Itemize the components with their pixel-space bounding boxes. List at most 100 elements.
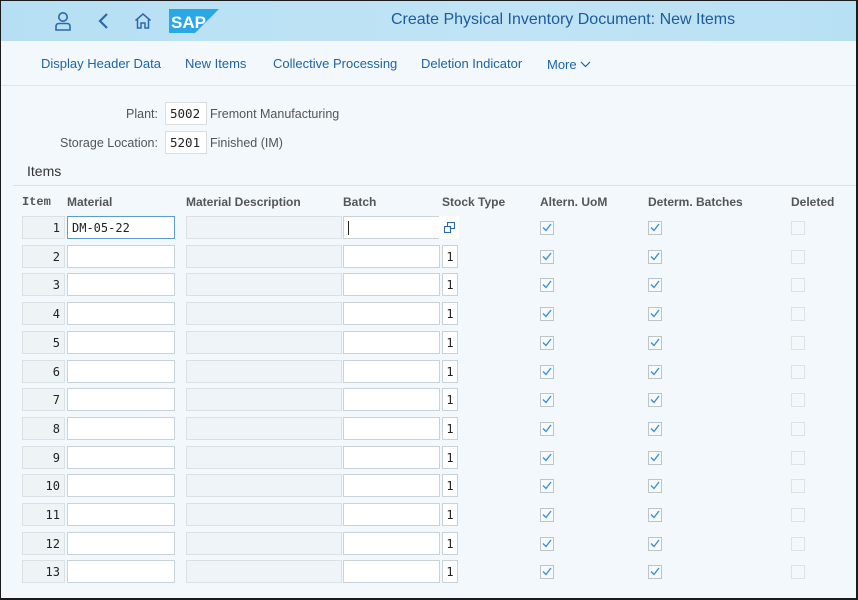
material-input[interactable] xyxy=(67,360,175,383)
value-help-icon[interactable] xyxy=(439,216,459,239)
more-menu-button[interactable]: More xyxy=(547,56,591,72)
deleted-checkbox[interactable] xyxy=(791,393,805,407)
deleted-checkbox[interactable] xyxy=(791,250,805,264)
determ-batches-checkbox[interactable] xyxy=(648,508,662,522)
stock-type-input[interactable]: 1 xyxy=(442,331,458,354)
deleted-checkbox[interactable] xyxy=(791,307,805,321)
altern-uom-checkbox[interactable] xyxy=(540,451,554,465)
deleted-checkbox[interactable] xyxy=(791,422,805,436)
new-items-button[interactable]: New Items xyxy=(185,56,246,71)
batch-input[interactable] xyxy=(343,532,440,555)
check-icon xyxy=(650,449,660,467)
check-icon xyxy=(650,248,660,266)
determ-batches-checkbox[interactable] xyxy=(648,278,662,292)
batch-input[interactable] xyxy=(343,302,440,325)
material-input[interactable] xyxy=(67,560,175,583)
stock-type-input[interactable]: 1 xyxy=(442,360,458,383)
determ-batches-checkbox[interactable] xyxy=(648,365,662,379)
batch-input[interactable] xyxy=(343,216,439,239)
deleted-checkbox[interactable] xyxy=(791,479,805,493)
altern-uom-checkbox[interactable] xyxy=(540,221,554,235)
altern-uom-checkbox[interactable] xyxy=(540,565,554,579)
material-input[interactable] xyxy=(67,446,175,469)
determ-batches-checkbox[interactable] xyxy=(648,479,662,493)
stock-type-input[interactable]: 1 xyxy=(442,532,458,555)
item-number-cell: 7 xyxy=(22,388,65,411)
batch-input[interactable] xyxy=(343,503,440,526)
stock-type-input[interactable]: 1 xyxy=(442,417,458,440)
altern-uom-checkbox[interactable] xyxy=(540,508,554,522)
determ-batches-checkbox[interactable] xyxy=(648,422,662,436)
deleted-checkbox[interactable] xyxy=(791,336,805,350)
material-input[interactable] xyxy=(67,417,175,440)
determ-batches-checkbox[interactable] xyxy=(648,451,662,465)
stock-type-input[interactable]: 1 xyxy=(442,245,458,268)
material-input[interactable] xyxy=(67,245,175,268)
deletion-indicator-button[interactable]: Deletion Indicator xyxy=(421,56,522,71)
check-icon xyxy=(542,563,552,581)
determ-batches-checkbox[interactable] xyxy=(648,250,662,264)
material-input[interactable] xyxy=(67,474,175,497)
altern-uom-checkbox[interactable] xyxy=(540,422,554,436)
deleted-checkbox[interactable] xyxy=(791,278,805,292)
collective-processing-button[interactable]: Collective Processing xyxy=(273,56,397,71)
item-number-cell: 11 xyxy=(22,503,65,526)
stock-type-input[interactable]: 1 xyxy=(442,474,458,497)
stock-type-input[interactable]: 1 xyxy=(442,388,458,411)
material-input[interactable] xyxy=(67,503,175,526)
display-header-data-button[interactable]: Display Header Data xyxy=(41,56,161,71)
altern-uom-checkbox[interactable] xyxy=(540,393,554,407)
stock-type-input[interactable]: 1 xyxy=(442,503,458,526)
determ-batches-checkbox[interactable] xyxy=(648,537,662,551)
material-input[interactable]: DM-05-22 xyxy=(67,216,175,239)
storage-location-field[interactable]: 5201 xyxy=(165,131,207,154)
altern-uom-checkbox[interactable] xyxy=(540,336,554,350)
batch-input[interactable] xyxy=(343,446,440,469)
altern-uom-checkbox[interactable] xyxy=(540,307,554,321)
item-number-cell: 13 xyxy=(22,560,65,583)
material-description-field xyxy=(186,331,342,354)
check-icon xyxy=(650,391,660,409)
deleted-checkbox[interactable] xyxy=(791,508,805,522)
deleted-checkbox[interactable] xyxy=(791,365,805,379)
stock-type-input[interactable]: 1 xyxy=(442,446,458,469)
determ-batches-checkbox[interactable] xyxy=(648,221,662,235)
batch-input[interactable] xyxy=(343,360,440,383)
batch-input[interactable] xyxy=(343,388,440,411)
batch-input[interactable] xyxy=(343,474,440,497)
home-icon[interactable] xyxy=(131,9,155,33)
determ-batches-checkbox[interactable] xyxy=(648,565,662,579)
material-input[interactable] xyxy=(67,331,175,354)
altern-uom-checkbox[interactable] xyxy=(540,479,554,493)
material-input[interactable] xyxy=(67,388,175,411)
determ-batches-checkbox[interactable] xyxy=(648,307,662,321)
batch-input[interactable] xyxy=(343,331,440,354)
determ-batches-checkbox[interactable] xyxy=(648,336,662,350)
stock-type-input[interactable]: 1 xyxy=(442,302,458,325)
material-description-field xyxy=(186,446,342,469)
deleted-checkbox[interactable] xyxy=(791,451,805,465)
material-input[interactable] xyxy=(67,273,175,296)
sap-logo[interactable]: SAP xyxy=(169,9,219,33)
user-icon[interactable] xyxy=(51,9,75,33)
material-input[interactable] xyxy=(67,532,175,555)
material-description-field xyxy=(186,360,342,383)
batch-input[interactable] xyxy=(343,245,440,268)
batch-input[interactable] xyxy=(343,560,440,583)
material-input[interactable] xyxy=(67,302,175,325)
deleted-checkbox[interactable] xyxy=(791,537,805,551)
batch-input[interactable] xyxy=(343,273,440,296)
determ-batches-checkbox[interactable] xyxy=(648,393,662,407)
deleted-checkbox[interactable] xyxy=(791,565,805,579)
plant-field[interactable]: 5002 xyxy=(165,102,207,125)
altern-uom-checkbox[interactable] xyxy=(540,365,554,379)
altern-uom-checkbox[interactable] xyxy=(540,278,554,292)
toolbar: Display Header Data New Items Collective… xyxy=(1,41,856,86)
altern-uom-checkbox[interactable] xyxy=(540,537,554,551)
deleted-checkbox[interactable] xyxy=(791,221,805,235)
back-icon[interactable] xyxy=(92,9,116,33)
stock-type-input[interactable]: 1 xyxy=(442,560,458,583)
batch-input[interactable] xyxy=(343,417,440,440)
altern-uom-checkbox[interactable] xyxy=(540,250,554,264)
stock-type-input[interactable]: 1 xyxy=(442,273,458,296)
